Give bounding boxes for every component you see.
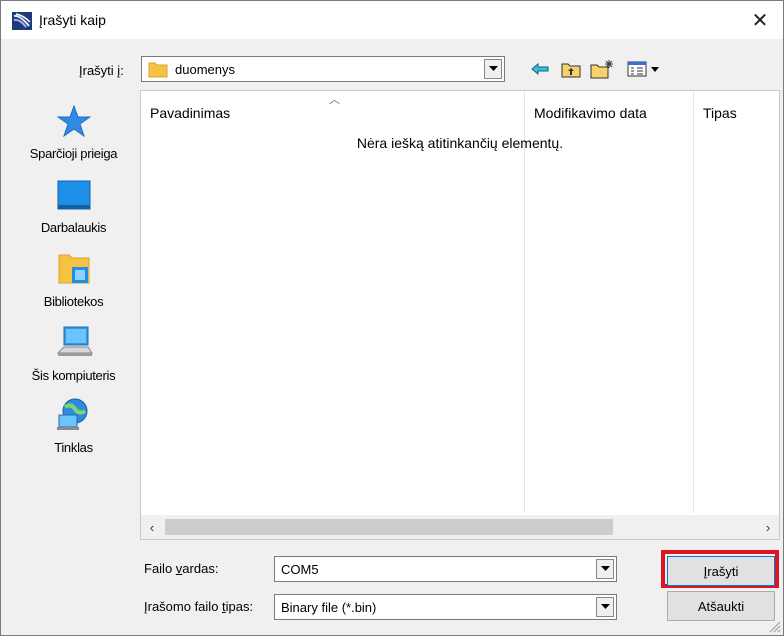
title-bar: Įrašyti kaip ✕ bbox=[1, 1, 783, 39]
column-header-date[interactable]: Modifikavimo data bbox=[534, 105, 647, 121]
filetype-label: Įrašomo failo tipas: bbox=[144, 599, 254, 614]
places-bar: Sparčioji prieiga Darbalaukis Biblioteko… bbox=[11, 91, 136, 539]
place-label: Tinklas bbox=[54, 440, 93, 455]
cancel-button[interactable]: Atšaukti bbox=[667, 591, 775, 621]
horizontal-scrollbar[interactable]: ‹ › bbox=[141, 515, 779, 539]
column-divider[interactable] bbox=[693, 91, 694, 513]
app-icon bbox=[12, 12, 32, 30]
filetype-value: Binary file (*.bin) bbox=[281, 600, 377, 615]
scroll-left-icon[interactable]: ‹ bbox=[141, 515, 163, 539]
back-arrow-icon[interactable] bbox=[529, 58, 551, 80]
scrollbar-thumb[interactable] bbox=[165, 519, 613, 535]
place-this-pc[interactable]: Šis kompiuteris bbox=[11, 325, 136, 383]
save-in-value: duomenys bbox=[175, 62, 235, 77]
filename-label: Failo vardas: bbox=[144, 561, 219, 576]
computer-icon bbox=[11, 325, 136, 362]
save-as-dialog: Įrašyti kaip ✕ Įrašyti į: duomenys Sparč… bbox=[0, 0, 784, 636]
chevron-down-icon[interactable] bbox=[596, 597, 614, 617]
network-icon bbox=[11, 397, 136, 434]
filetype-dropdown[interactable]: Binary file (*.bin) bbox=[274, 594, 617, 620]
libraries-icon bbox=[11, 251, 136, 288]
file-list[interactable]: ︿ Pavadinimas Modifikavimo data Tipas Nė… bbox=[140, 90, 780, 540]
up-folder-icon[interactable] bbox=[559, 58, 583, 80]
chevron-down-icon[interactable] bbox=[596, 559, 614, 579]
view-menu-icon[interactable] bbox=[625, 58, 665, 80]
chevron-down-icon[interactable] bbox=[484, 59, 502, 79]
place-label: Bibliotekos bbox=[43, 294, 104, 309]
save-in-dropdown[interactable]: duomenys bbox=[141, 56, 505, 82]
column-divider[interactable] bbox=[524, 91, 525, 513]
resize-grip-icon[interactable] bbox=[769, 621, 781, 633]
place-label: Šis kompiuteris bbox=[31, 368, 116, 383]
close-button[interactable]: ✕ bbox=[737, 1, 783, 39]
place-libraries[interactable]: Bibliotekos bbox=[11, 251, 136, 309]
column-header-type[interactable]: Tipas bbox=[703, 105, 737, 121]
star-icon bbox=[11, 104, 136, 140]
window-title: Įrašyti kaip bbox=[39, 12, 106, 28]
save-button[interactable]: Įrašyti bbox=[667, 556, 775, 586]
scroll-right-icon[interactable]: › bbox=[757, 515, 779, 539]
save-in-label: Įrašyti į: bbox=[79, 63, 124, 78]
place-desktop[interactable]: Darbalaukis bbox=[11, 179, 136, 235]
place-network[interactable]: Tinklas bbox=[11, 397, 136, 455]
empty-message: Nėra iešką atitinkančių elementų. bbox=[356, 135, 564, 151]
place-label: Darbalaukis bbox=[40, 220, 107, 235]
filename-input[interactable]: COM5 bbox=[274, 556, 617, 582]
filename-value: COM5 bbox=[281, 562, 319, 577]
place-quick-access[interactable]: Sparčioji prieiga bbox=[11, 104, 136, 161]
column-header-name[interactable]: Pavadinimas bbox=[150, 105, 230, 121]
desktop-icon bbox=[11, 179, 136, 214]
place-label: Sparčioji prieiga bbox=[29, 146, 118, 161]
new-folder-icon[interactable] bbox=[589, 58, 615, 80]
sort-ascending-icon: ︿ bbox=[329, 94, 340, 106]
folder-icon bbox=[148, 60, 168, 78]
